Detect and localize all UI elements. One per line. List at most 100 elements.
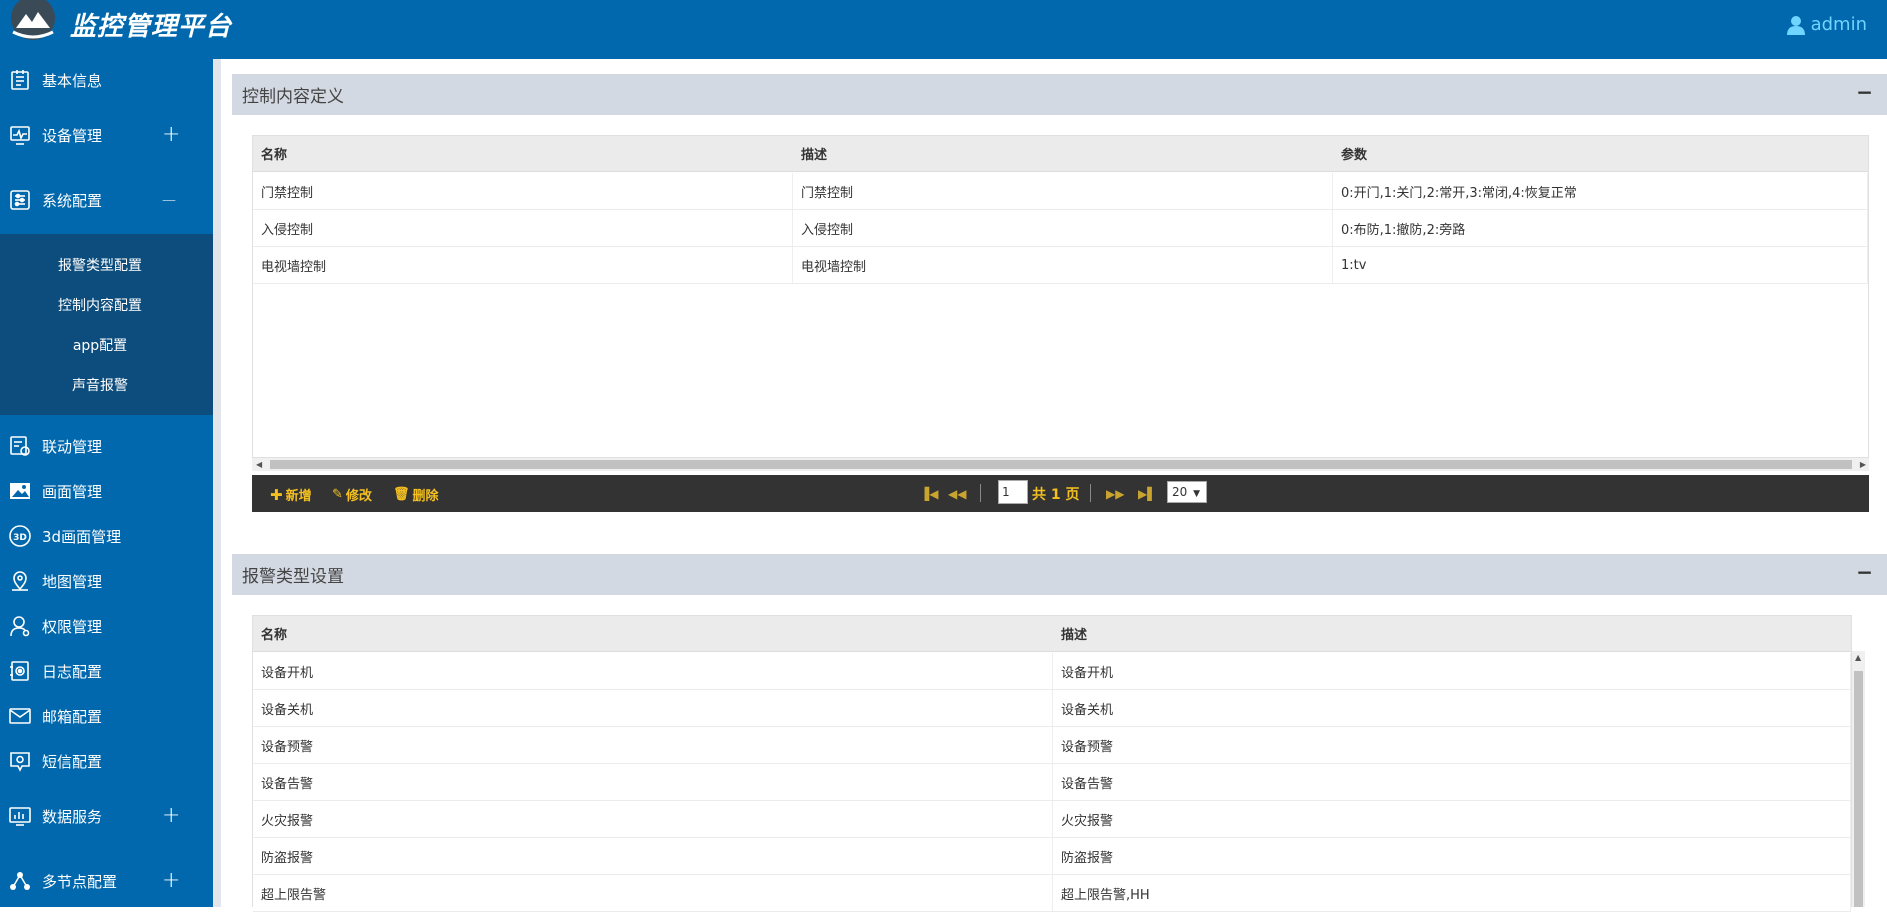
app-title: 监控管理平台 xyxy=(70,12,233,42)
sidebar-item-device-management[interactable]: 设备管理 + xyxy=(0,115,213,155)
mail-icon xyxy=(8,704,32,728)
dashboard-icon xyxy=(8,804,32,828)
sidebar-item-log-config[interactable]: 日志配置 xyxy=(0,651,213,691)
expand-icon[interactable]: + xyxy=(162,868,180,894)
add-button[interactable]: ✚ 新增 xyxy=(270,485,312,505)
table-row[interactable]: 入侵控制 入侵控制 0:布防,1:撤防,2:旁路 xyxy=(253,210,1868,247)
sidebar-item-basic-info[interactable]: 基本信息 xyxy=(0,60,213,100)
scrollbar-thumb[interactable] xyxy=(1854,671,1863,907)
table-row[interactable]: 设备告警 设备告警 xyxy=(253,764,1851,801)
panel-title: 报警类型设置 xyxy=(242,567,344,587)
monitor-icon xyxy=(8,123,32,147)
alarm-type-table: 名称 描述 设备开机 设备开机 设备关机 设备关机 设备预警 设备预警 设备告警… xyxy=(252,615,1852,912)
table-row[interactable]: 电视墙控制 电视墙控制 1:tv xyxy=(253,247,1868,284)
cell-name: 防盗报警 xyxy=(253,838,1053,874)
sidebar-item-data-service[interactable]: 数据服务 + xyxy=(0,796,213,836)
edit-button[interactable]: ✎ 修改 xyxy=(332,485,372,504)
vertical-scrollbar[interactable]: ▲ xyxy=(1852,651,1865,907)
page-number-input[interactable]: 1 xyxy=(998,480,1028,504)
cell-description: 入侵控制 xyxy=(793,210,1333,246)
trash-icon: 🗑 xyxy=(393,487,410,502)
sidebar-item-permission[interactable]: 权限管理 xyxy=(0,606,213,646)
control-content-table: 名称 描述 参数 门禁控制 门禁控制 0:开门,1:关门,2:常开,3:常闭,4… xyxy=(252,135,1869,458)
user-menu[interactable]: admin xyxy=(1786,14,1867,35)
cell-description: 设备预警 xyxy=(1053,727,1851,763)
pager-divider xyxy=(1090,484,1091,502)
sidebar-item-linkage[interactable]: 联动管理 xyxy=(0,426,213,466)
panel-control-content-header: 控制内容定义 − xyxy=(232,74,1887,115)
table-row[interactable]: 设备开机 设备开机 xyxy=(253,653,1851,690)
column-header-description[interactable]: 描述 xyxy=(793,136,1333,171)
horizontal-scrollbar[interactable]: ◀ ▶ xyxy=(252,458,1869,471)
table-row[interactable]: 超上限告警 超上限告警,HH xyxy=(253,875,1851,912)
table-row[interactable]: 设备预警 设备预警 xyxy=(253,727,1851,764)
sidebar-item-label: 短信配置 xyxy=(42,752,103,771)
sidebar-item-label: 邮箱配置 xyxy=(42,707,103,726)
cell-params: 0:开门,1:关门,2:常开,3:常闭,4:恢复正常 xyxy=(1333,173,1868,209)
expand-icon[interactable]: + xyxy=(162,122,180,148)
scroll-left-icon[interactable]: ◀ xyxy=(256,458,262,471)
sidebar-item-label: 权限管理 xyxy=(42,617,103,636)
username: admin xyxy=(1810,14,1867,35)
3d-icon: 3D xyxy=(8,524,32,548)
cell-name: 超上限告警 xyxy=(253,875,1053,911)
delete-button[interactable]: 🗑 删除 xyxy=(393,485,439,504)
cell-name: 设备告警 xyxy=(253,764,1053,800)
scroll-up-icon[interactable]: ▲ xyxy=(1855,653,1861,662)
pencil-icon: ✎ xyxy=(332,487,343,502)
column-header-description[interactable]: 描述 xyxy=(1053,616,1851,651)
sidebar-item-label: 地图管理 xyxy=(42,572,103,591)
scroll-right-icon[interactable]: ▶ xyxy=(1860,458,1866,471)
collapse-icon[interactable]: − xyxy=(1856,80,1873,104)
table-row[interactable]: 防盗报警 防盗报警 xyxy=(253,838,1851,875)
cell-name: 电视墙控制 xyxy=(253,247,793,283)
sidebar-item-label: 基本信息 xyxy=(42,71,103,90)
prev-page-icon[interactable]: ◀◀ xyxy=(948,487,966,501)
column-header-name[interactable]: 名称 xyxy=(253,616,1053,651)
cell-description: 防盗报警 xyxy=(1053,838,1851,874)
submenu-control-content-config[interactable]: 控制内容配置 xyxy=(0,295,200,315)
submenu-app-config[interactable]: app配置 xyxy=(0,335,200,355)
sidebar-item-multi-node[interactable]: 多节点配置 + xyxy=(0,861,213,901)
cell-params: 1:tv xyxy=(1333,247,1868,283)
sms-icon xyxy=(8,749,32,773)
expand-icon[interactable]: + xyxy=(162,803,180,829)
cell-params: 0:布防,1:撤防,2:旁路 xyxy=(1333,210,1868,246)
linkage-icon xyxy=(8,434,32,458)
table-header: 名称 描述 参数 xyxy=(253,136,1868,172)
submenu-sound-alarm[interactable]: 声音报警 xyxy=(0,375,200,395)
page-size-select[interactable]: 20 ▼ xyxy=(1167,481,1207,503)
table-toolbar: ✚ 新增 ✎ 修改 🗑 删除 ▐◀ ◀◀ 1 共 1 页 ▶▶ ▶▌ 20 ▼ xyxy=(252,475,1869,512)
user-icon xyxy=(1786,15,1805,35)
column-header-params[interactable]: 参数 xyxy=(1333,136,1868,171)
first-page-icon[interactable]: ▐◀ xyxy=(920,487,938,501)
app-header: 监控管理平台 admin xyxy=(0,0,1887,59)
panel-alarm-type-header: 报警类型设置 − xyxy=(232,554,1887,595)
table-row[interactable]: 设备关机 设备关机 xyxy=(253,690,1851,727)
cell-description: 门禁控制 xyxy=(793,173,1333,209)
sidebar-item-sms-config[interactable]: 短信配置 xyxy=(0,741,213,781)
collapse-icon[interactable]: — xyxy=(162,187,176,213)
scrollbar-thumb[interactable] xyxy=(270,460,1852,469)
system-config-submenu: 报警类型配置 控制内容配置 app配置 声音报警 xyxy=(0,234,213,415)
table-row[interactable]: 火灾报警 火灾报警 xyxy=(253,801,1851,838)
next-page-icon[interactable]: ▶▶ xyxy=(1106,487,1124,501)
cell-description: 超上限告警,HH xyxy=(1053,875,1851,911)
sidebar-item-screen-management[interactable]: 画面管理 xyxy=(0,471,213,511)
table-row[interactable]: 门禁控制 门禁控制 0:开门,1:关门,2:常开,3:常闭,4:恢复正常 xyxy=(253,173,1868,210)
svg-text:3D: 3D xyxy=(13,533,27,543)
collapse-icon[interactable]: − xyxy=(1856,560,1873,584)
last-page-icon[interactable]: ▶▌ xyxy=(1138,487,1156,501)
sidebar-item-system-config[interactable]: 系统配置 — xyxy=(0,180,213,220)
sidebar-divider xyxy=(213,59,221,907)
sidebar-item-map[interactable]: 地图管理 xyxy=(0,561,213,601)
sidebar-item-label: 联动管理 xyxy=(42,437,103,456)
sidebar: 基本信息 设备管理 + 系统配置 — 报警类型配置 控制内容配置 app配置 声… xyxy=(0,59,213,907)
cell-name: 门禁控制 xyxy=(253,173,793,209)
sidebar-item-mail-config[interactable]: 邮箱配置 xyxy=(0,696,213,736)
sidebar-item-3d-screen[interactable]: 3D 3d画面管理 xyxy=(0,516,213,556)
submenu-alarm-type-config[interactable]: 报警类型配置 xyxy=(0,255,200,275)
column-header-name[interactable]: 名称 xyxy=(253,136,793,171)
table-header: 名称 描述 xyxy=(253,616,1851,652)
sidebar-item-label: 3d画面管理 xyxy=(42,527,122,546)
